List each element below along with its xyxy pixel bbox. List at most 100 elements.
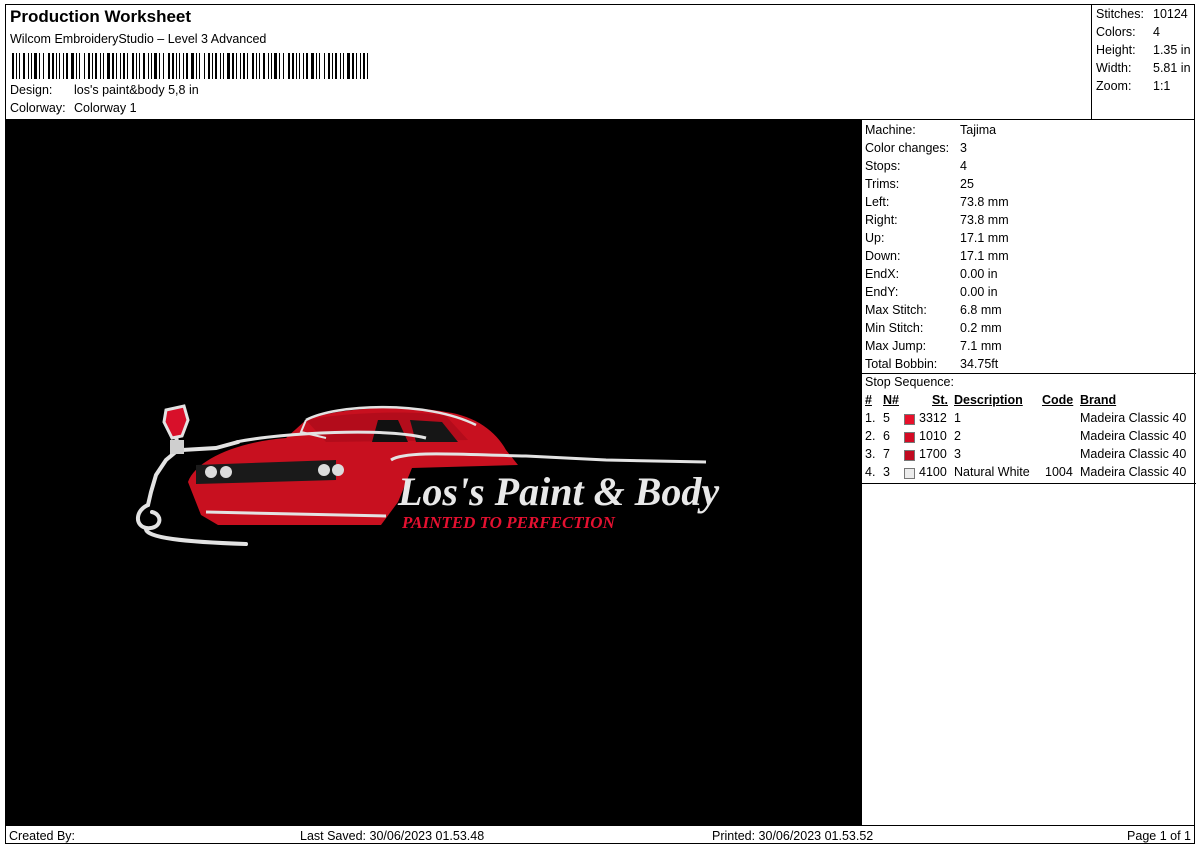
barcode-bar — [196, 53, 197, 79]
barcode-bar — [335, 53, 337, 79]
info-label: Machine: — [865, 123, 916, 137]
row-needle: 3 — [883, 465, 890, 479]
barcode-bar — [112, 53, 114, 79]
row-description: 2 — [954, 429, 961, 443]
barcode-bar — [71, 53, 74, 79]
design-preview: Los's Paint & Body PAINTED TO PERFECTION — [6, 119, 861, 825]
barcode-bar — [306, 53, 308, 79]
barcode-bar — [120, 53, 121, 79]
row-stitches: 3312 — [919, 411, 947, 425]
barcode-bar — [159, 53, 160, 79]
stop-sequence-title: Stop Sequence: — [865, 375, 954, 389]
machine-info-row: Right: 73.8 mm — [865, 213, 1009, 227]
barcode-bar — [39, 53, 40, 79]
info-label: Min Stitch: — [865, 321, 924, 335]
info-label: EndX: — [865, 267, 900, 281]
barcode-bar — [191, 53, 194, 79]
info-value: 73.8 mm — [960, 213, 1009, 227]
barcode-bar — [154, 53, 157, 79]
barcode-bar — [316, 53, 317, 79]
row-stitches: 1700 — [919, 447, 947, 461]
machine-info-panel: Machine: Tajima Color changes: 3 Stops: 4 Trim… — [861, 119, 1196, 825]
barcode-bar — [183, 53, 184, 79]
barcode-bar — [19, 53, 20, 79]
info-label: Stops: — [865, 159, 901, 173]
barcode-bar — [367, 53, 368, 79]
page-number: Page 1 of 1 — [1127, 829, 1191, 843]
info-value: 34.75ft — [960, 357, 999, 371]
info-value: Tajima — [960, 123, 997, 137]
row-description: 1 — [954, 411, 961, 425]
barcode-bar — [179, 53, 180, 79]
colorway-value: Colorway 1 — [74, 101, 137, 115]
info-value: 7.1 mm — [960, 339, 1002, 353]
stat-colors: Colors: 4 — [1096, 25, 1160, 39]
info-label: Up: — [865, 231, 885, 245]
stat-height: Height: 1.35 in — [1096, 43, 1191, 57]
barcode-bar — [107, 53, 110, 79]
embroidery-logo: Los's Paint & Body PAINTED TO PERFECTION — [136, 404, 719, 546]
barcode-bar — [143, 53, 145, 79]
row-description: 3 — [954, 447, 961, 461]
color-swatch — [904, 432, 915, 443]
row-num: 3. — [865, 447, 876, 461]
barcode-bar — [274, 53, 277, 79]
barcode-bar — [296, 53, 297, 79]
divider — [862, 373, 1196, 374]
machine-info-row: Left: 73.8 mm — [865, 195, 1009, 209]
barcode-bar — [48, 53, 50, 79]
barcode-bar — [332, 53, 333, 79]
barcode-bar — [88, 53, 90, 79]
barcode-bar — [66, 53, 68, 79]
machine-info-row: Color changes: 3 — [865, 141, 967, 155]
machine-info-row: Up: 17.1 mm — [865, 231, 1009, 245]
barcode-bar — [127, 53, 128, 79]
barcode-bar — [352, 53, 354, 79]
barcode-bar — [59, 53, 60, 79]
table-row: 3. 7 1700 3 Madeira Classic 40 — [862, 447, 1196, 465]
barcode-bar — [328, 53, 330, 79]
stat-stitches: Stitches: 10124 — [1096, 7, 1188, 21]
col-code: Code — [1042, 393, 1074, 407]
table-row: 2. 6 1010 2 Madeira Classic 40 — [862, 429, 1196, 447]
info-label: Max Stitch: — [865, 303, 927, 317]
barcode-bar — [223, 53, 224, 79]
row-stitches: 4100 — [919, 465, 947, 479]
design-value: los's paint&body 5,8 in — [74, 83, 199, 97]
info-value: 17.1 mm — [960, 249, 1009, 263]
barcode-bar — [360, 53, 361, 79]
machine-info-row: Trims: 25 — [865, 177, 974, 191]
design-label: Design: — [10, 83, 53, 97]
barcode-bar — [79, 53, 80, 79]
design-stats: Stitches: 10124 Colors: 4 Height: 1.35 in W… — [1091, 5, 1195, 119]
barcode-bar — [116, 53, 117, 79]
colorway-label: Colorway: — [10, 101, 66, 115]
info-label: Trims: — [865, 177, 900, 191]
stat-zoom: Zoom: 1:1 — [1096, 79, 1171, 93]
info-value: 0.2 mm — [960, 321, 1002, 335]
barcode-bar — [92, 53, 93, 79]
info-label: EndY: — [865, 285, 899, 299]
info-value: 73.8 mm — [960, 195, 1009, 209]
barcode-bar — [103, 53, 104, 79]
barcode-bar — [172, 53, 174, 79]
info-value: 25 — [960, 177, 974, 191]
row-num: 2. — [865, 429, 876, 443]
barcode-bar — [311, 53, 314, 79]
barcode-bar — [176, 53, 177, 79]
barcode-bar — [240, 53, 241, 79]
barcode-bar — [283, 53, 284, 79]
info-label: Down: — [865, 249, 901, 263]
barcode-bar — [347, 53, 350, 79]
row-stitches: 1010 — [919, 429, 947, 443]
barcode-bar — [259, 53, 260, 79]
row-brand: Madeira Classic 40 — [1080, 465, 1187, 479]
barcode-bar — [63, 53, 64, 79]
info-value: 0.00 in — [960, 267, 998, 281]
stat-width: Width: 5.81 in — [1096, 61, 1191, 75]
barcode — [12, 53, 368, 79]
barcode-bar — [204, 53, 205, 79]
row-num: 4. — [865, 465, 876, 479]
barcode-bar — [227, 53, 230, 79]
barcode-bar — [95, 53, 97, 79]
